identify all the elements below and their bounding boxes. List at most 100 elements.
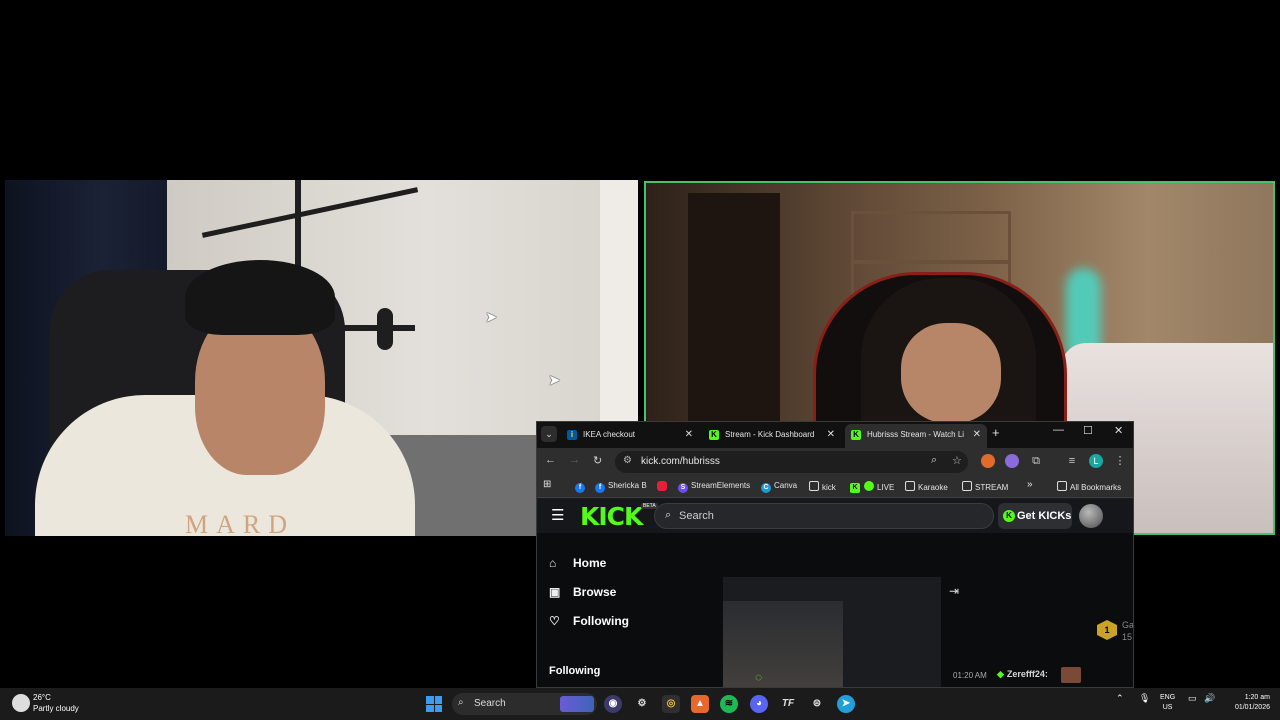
chat-username-text: Zerefff24:	[1006, 669, 1048, 679]
back-icon[interactable]: ←	[545, 454, 556, 466]
spotify-icon[interactable]: ≋	[720, 695, 738, 713]
weather-temperature: 26°C	[33, 693, 51, 702]
profile-avatar[interactable]: L	[1089, 454, 1103, 468]
maximize-icon[interactable]: ☐	[1083, 424, 1093, 437]
apps-grid-icon[interactable]: ⊞	[543, 479, 551, 490]
tab-hubrisss-stream[interactable]: K Hubrisss Stream - Watch Li ✕	[845, 424, 987, 448]
kick-icon: K	[850, 483, 860, 493]
user-avatar[interactable]	[1079, 504, 1103, 528]
windows-start-icon[interactable]	[426, 696, 442, 712]
partly-cloudy-icon	[12, 694, 30, 712]
forward-icon[interactable]: →	[569, 454, 580, 466]
search-input[interactable]: ⌕ Search	[654, 503, 994, 529]
browser-window[interactable]: ⌄ i IKEA checkout ✕ K Stream - Kick Dash…	[536, 421, 1134, 688]
bookmark-star-icon[interactable]: ☆	[952, 454, 962, 467]
live-icon	[864, 481, 874, 491]
site-info-icon[interactable]: ⚙	[623, 455, 632, 466]
close-tab-icon[interactable]: ✕	[685, 424, 693, 446]
following-heading: Following	[549, 665, 601, 677]
folder-icon	[809, 481, 819, 491]
taskbar: 26°C Partly cloudy ⌕ Search ◉ ⚙ ◎ ▲ ≋ ◕ …	[0, 688, 1280, 720]
loading-spinner-icon: ◌	[755, 670, 763, 684]
obs-icon[interactable]: ⚙	[633, 695, 651, 713]
microphone-icon[interactable]: 🎙	[1139, 693, 1150, 704]
chat-emote	[1061, 667, 1081, 683]
chrome-icon[interactable]: ◎	[662, 695, 680, 713]
zoom-icon[interactable]: ⌕	[931, 454, 937, 467]
extension-icon[interactable]	[981, 454, 995, 468]
tab-label: Hubrisss Stream - Watch Li	[867, 430, 965, 439]
app-icon[interactable]: ⊜	[808, 695, 826, 713]
discord-icon[interactable]: ◕	[750, 695, 768, 713]
media-control-icon[interactable]: ≡	[1065, 454, 1079, 468]
bookmark-streamelements[interactable]: S StreamElements	[678, 481, 750, 493]
tf-icon[interactable]: TF	[779, 695, 797, 713]
search-icon: ⌕	[665, 509, 672, 521]
telegram-icon[interactable]: ➤	[837, 695, 855, 713]
network-icon[interactable]: ▭	[1188, 693, 1197, 704]
sidebar-item-following[interactable]: ♡ Following	[549, 614, 629, 628]
bookmarks-bar: ⊞ f f Shericka B S StreamElements C Canva k…	[537, 476, 1133, 498]
collapse-chat-icon[interactable]: ⇥	[949, 584, 959, 598]
bookmark-canva[interactable]: C Canva	[761, 481, 797, 493]
system-clock[interactable]: 1:20 am 01/01/2026	[1228, 693, 1270, 713]
affinity-icon[interactable]: ▲	[691, 695, 709, 713]
shirt-print: MARD	[185, 510, 296, 536]
bookmark-youtube[interactable]	[657, 481, 670, 492]
address-bar[interactable]: ⚙ kick.com/hubrisss ⌕ ☆	[615, 451, 968, 473]
extension-icon[interactable]	[1005, 454, 1019, 468]
desktop-screen: MARD ➤ ➤ ⌄ i IKEA checkout ✕ K Stream - …	[0, 0, 1280, 720]
more-bookmarks-icon[interactable]: »	[1027, 479, 1033, 490]
canva-icon: C	[761, 483, 771, 493]
search-icon: ⌕	[458, 697, 464, 708]
search-placeholder: Search	[679, 510, 714, 522]
extensions-puzzle-icon[interactable]: ⧉	[1029, 454, 1043, 468]
bookmark-facebook[interactable]: f	[575, 481, 588, 493]
reload-icon[interactable]: ↻	[593, 454, 602, 467]
show-hidden-icons[interactable]: ⌃	[1116, 693, 1124, 704]
bookmark-shericka[interactable]: f Shericka B	[595, 481, 647, 493]
tab-search-button[interactable]: ⌄	[541, 426, 557, 442]
language-indicator[interactable]: ENG US	[1160, 693, 1175, 713]
folder-icon	[1057, 481, 1067, 491]
person-hair	[185, 260, 335, 335]
close-window-icon[interactable]: ✕	[1114, 424, 1123, 437]
bookmark-folder-stream[interactable]: STREAM	[962, 481, 1008, 492]
volume-icon[interactable]: 🔊	[1204, 693, 1215, 704]
bookmark-label: STREAM	[975, 483, 1009, 492]
bookmark-label: kick	[822, 483, 836, 492]
video-frame	[723, 601, 843, 687]
bookmark-live[interactable]: LIVE	[864, 481, 894, 492]
bookmark-all[interactable]: All Bookmarks	[1057, 481, 1121, 492]
tab-bar: ⌄ i IKEA checkout ✕ K Stream - Kick Dash…	[537, 422, 1133, 448]
kick-page: ☰ KICK BETA ⌕ Search K Get KICKs ⌂ Home ▣…	[537, 499, 1134, 687]
bookmark-folder-karaoke[interactable]: Karaoke	[905, 481, 948, 492]
app-icon[interactable]: ◉	[604, 695, 622, 713]
tab-kick-dashboard[interactable]: K Stream - Kick Dashboard ✕	[703, 424, 841, 448]
rank-badge-line: Ga	[1122, 620, 1134, 630]
url-text: kick.com/hubrisss	[641, 456, 720, 467]
tab-ikea[interactable]: i IKEA checkout ✕	[561, 424, 699, 448]
taskbar-search[interactable]: ⌕ Search	[452, 693, 597, 715]
sidebar-item-browse[interactable]: ▣ Browse	[549, 585, 616, 599]
bookmark-kick[interactable]: K	[850, 481, 863, 493]
rank-badge: 1	[1097, 620, 1117, 640]
new-tab-icon[interactable]: +	[992, 425, 1000, 440]
chat-timestamp: 01:20 AM	[953, 671, 987, 680]
ikea-icon: i	[567, 430, 577, 440]
weight-plate	[377, 308, 393, 350]
close-tab-icon[interactable]: ✕	[973, 424, 981, 446]
chat-username[interactable]: ◆ Zerefff24:	[997, 669, 1048, 680]
close-tab-icon[interactable]: ✕	[827, 424, 835, 446]
bookmark-label: Shericka B	[608, 481, 647, 490]
bookmark-folder-kick[interactable]: kick	[809, 481, 836, 492]
menu-kebab-icon[interactable]: ⋮	[1113, 454, 1127, 468]
kick-logo[interactable]: KICK	[580, 502, 643, 531]
hamburger-menu-icon[interactable]: ☰	[551, 506, 564, 524]
sidebar-item-home[interactable]: ⌂ Home	[549, 556, 606, 570]
get-kicks-button[interactable]: K Get KICKs	[998, 503, 1072, 529]
streamelements-icon: S	[678, 483, 688, 493]
heart-icon: ♡	[549, 614, 560, 628]
kicks-coin-icon: K	[1003, 510, 1015, 522]
minimize-icon[interactable]: —	[1053, 424, 1064, 436]
